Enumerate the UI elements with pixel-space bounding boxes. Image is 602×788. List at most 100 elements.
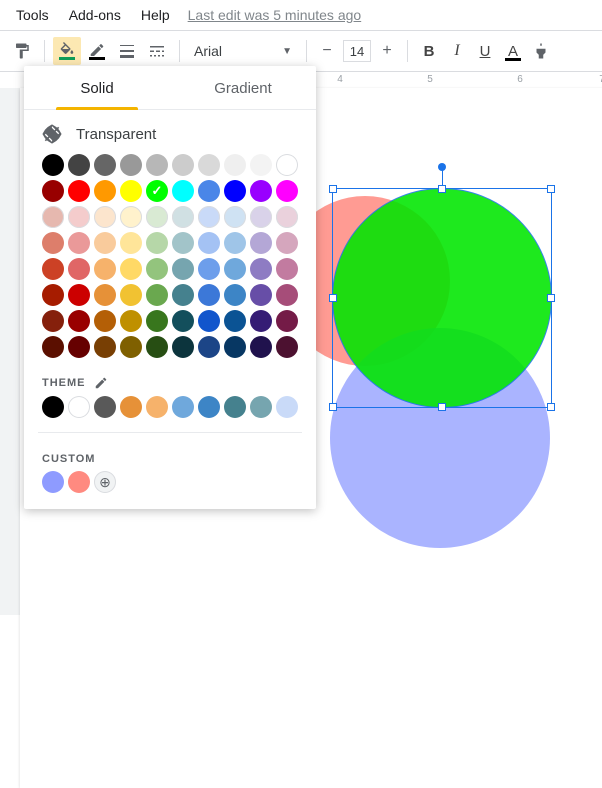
color-swatch[interactable]: [224, 310, 246, 332]
highlight-color-button[interactable]: [528, 38, 554, 64]
theme-color-swatch[interactable]: [42, 396, 64, 418]
color-swatch[interactable]: [172, 336, 194, 358]
color-swatch[interactable]: [146, 336, 168, 358]
resize-handle-nw[interactable]: [329, 185, 337, 193]
color-swatch[interactable]: [146, 154, 168, 176]
custom-color-swatch[interactable]: [42, 471, 64, 493]
color-swatch[interactable]: [198, 154, 220, 176]
color-swatch[interactable]: [198, 206, 220, 228]
theme-color-swatch[interactable]: [94, 396, 116, 418]
color-swatch[interactable]: [68, 206, 90, 228]
color-swatch[interactable]: [224, 258, 246, 280]
color-swatch[interactable]: [120, 206, 142, 228]
theme-color-swatch[interactable]: [224, 396, 246, 418]
color-swatch[interactable]: [68, 284, 90, 306]
color-swatch[interactable]: [68, 258, 90, 280]
color-swatch[interactable]: [198, 336, 220, 358]
theme-color-swatch[interactable]: [198, 396, 220, 418]
color-swatch[interactable]: [146, 180, 168, 202]
edit-theme-icon[interactable]: [94, 376, 108, 390]
color-swatch[interactable]: [42, 258, 64, 280]
font-family-select[interactable]: Arial ▼: [188, 37, 298, 65]
resize-handle-sw[interactable]: [329, 403, 337, 411]
resize-handle-ne[interactable]: [547, 185, 555, 193]
color-swatch[interactable]: [250, 284, 272, 306]
color-swatch[interactable]: [198, 258, 220, 280]
color-swatch[interactable]: [42, 154, 64, 176]
color-swatch[interactable]: [94, 232, 116, 254]
color-swatch[interactable]: [120, 336, 142, 358]
color-swatch[interactable]: [120, 154, 142, 176]
color-swatch[interactable]: [172, 310, 194, 332]
theme-color-swatch[interactable]: [276, 396, 298, 418]
color-swatch[interactable]: [224, 284, 246, 306]
color-swatch[interactable]: [68, 154, 90, 176]
color-swatch[interactable]: [94, 310, 116, 332]
color-swatch[interactable]: [94, 206, 116, 228]
color-swatch[interactable]: [250, 258, 272, 280]
color-swatch[interactable]: [224, 336, 246, 358]
color-swatch[interactable]: [172, 232, 194, 254]
color-swatch[interactable]: [276, 206, 298, 228]
tab-gradient[interactable]: Gradient: [170, 66, 316, 109]
color-swatch[interactable]: [120, 310, 142, 332]
color-swatch[interactable]: [198, 180, 220, 202]
color-swatch[interactable]: [146, 284, 168, 306]
resize-handle-s[interactable]: [438, 403, 446, 411]
custom-color-swatch[interactable]: [68, 471, 90, 493]
color-swatch[interactable]: [198, 232, 220, 254]
theme-color-swatch[interactable]: [68, 396, 90, 418]
color-swatch[interactable]: [250, 232, 272, 254]
border-color-button[interactable]: [83, 37, 111, 65]
last-edit-link[interactable]: Last edit was 5 minutes ago: [188, 7, 362, 23]
color-swatch[interactable]: [68, 336, 90, 358]
color-swatch[interactable]: [172, 284, 194, 306]
color-swatch[interactable]: [224, 206, 246, 228]
color-swatch[interactable]: [250, 154, 272, 176]
color-swatch[interactable]: [276, 336, 298, 358]
text-color-button[interactable]: A: [500, 38, 526, 64]
color-swatch[interactable]: [94, 180, 116, 202]
color-swatch[interactable]: [42, 180, 64, 202]
color-swatch[interactable]: [94, 336, 116, 358]
color-swatch[interactable]: [276, 232, 298, 254]
color-swatch[interactable]: [224, 180, 246, 202]
add-custom-color-button[interactable]: ⊕: [94, 471, 116, 493]
color-swatch[interactable]: [42, 284, 64, 306]
color-swatch[interactable]: [276, 154, 298, 176]
color-swatch[interactable]: [120, 180, 142, 202]
color-swatch[interactable]: [42, 310, 64, 332]
color-swatch[interactable]: [224, 154, 246, 176]
color-swatch[interactable]: [172, 258, 194, 280]
theme-color-swatch[interactable]: [120, 396, 142, 418]
color-swatch[interactable]: [224, 232, 246, 254]
font-size-increase-button[interactable]: +: [375, 39, 399, 63]
fill-color-button[interactable]: [53, 37, 81, 65]
underline-button[interactable]: U: [472, 38, 498, 64]
color-swatch[interactable]: [250, 206, 272, 228]
color-swatch[interactable]: [276, 284, 298, 306]
menu-tools[interactable]: Tools: [8, 3, 57, 27]
paint-format-button[interactable]: [8, 37, 36, 65]
theme-color-swatch[interactable]: [172, 396, 194, 418]
transparent-option[interactable]: Transparent: [24, 110, 316, 154]
color-swatch[interactable]: [146, 310, 168, 332]
color-swatch[interactable]: [250, 180, 272, 202]
color-swatch[interactable]: [250, 310, 272, 332]
theme-color-swatch[interactable]: [146, 396, 168, 418]
italic-button[interactable]: I: [444, 38, 470, 64]
color-swatch[interactable]: [42, 232, 64, 254]
color-swatch[interactable]: [198, 284, 220, 306]
bold-button[interactable]: B: [416, 38, 442, 64]
color-swatch[interactable]: [68, 310, 90, 332]
color-swatch[interactable]: [94, 284, 116, 306]
color-swatch[interactable]: [68, 232, 90, 254]
menu-addons[interactable]: Add-ons: [61, 3, 129, 27]
border-weight-button[interactable]: [113, 37, 141, 65]
color-swatch[interactable]: [172, 154, 194, 176]
resize-handle-se[interactable]: [547, 403, 555, 411]
color-swatch[interactable]: [68, 180, 90, 202]
color-swatch[interactable]: [250, 336, 272, 358]
resize-handle-e[interactable]: [547, 294, 555, 302]
font-size-decrease-button[interactable]: −: [315, 39, 339, 63]
